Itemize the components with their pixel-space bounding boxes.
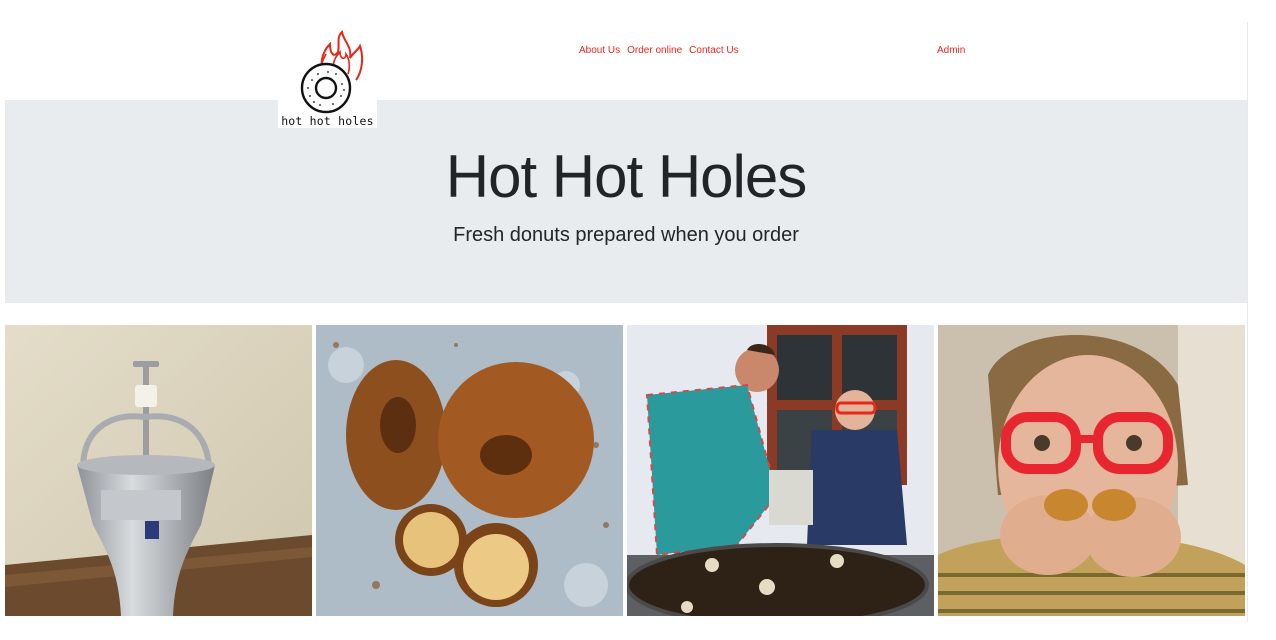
photo-woman-eating-donut: [938, 325, 1245, 616]
photo-frying-donuts-outdoors: [627, 325, 934, 616]
photo-fried-donuts: [316, 325, 623, 616]
nav-link-admin[interactable]: Admin: [937, 45, 965, 56]
brand-logo[interactable]: hot hot holes: [278, 30, 377, 128]
logo-wordmark: hot hot holes: [281, 114, 374, 128]
main-nav: About Us Order online Contact Us: [579, 45, 739, 56]
photo-donut-dispenser: [5, 325, 312, 616]
nav-link-contact-us[interactable]: Contact Us: [689, 45, 738, 56]
nav-link-about-us[interactable]: About Us: [579, 45, 620, 56]
page-edge-divider: [1247, 22, 1248, 622]
hero-title: Hot Hot Holes: [445, 143, 807, 210]
flaming-donut-icon: [300, 30, 364, 114]
hero-jumbotron: Hot Hot Holes Fresh donuts prepared when…: [5, 100, 1247, 303]
nav-link-order-online[interactable]: Order online: [627, 45, 682, 56]
hero-subtitle: Fresh donuts prepared when you order: [453, 224, 799, 246]
photo-gallery: [5, 325, 1245, 616]
